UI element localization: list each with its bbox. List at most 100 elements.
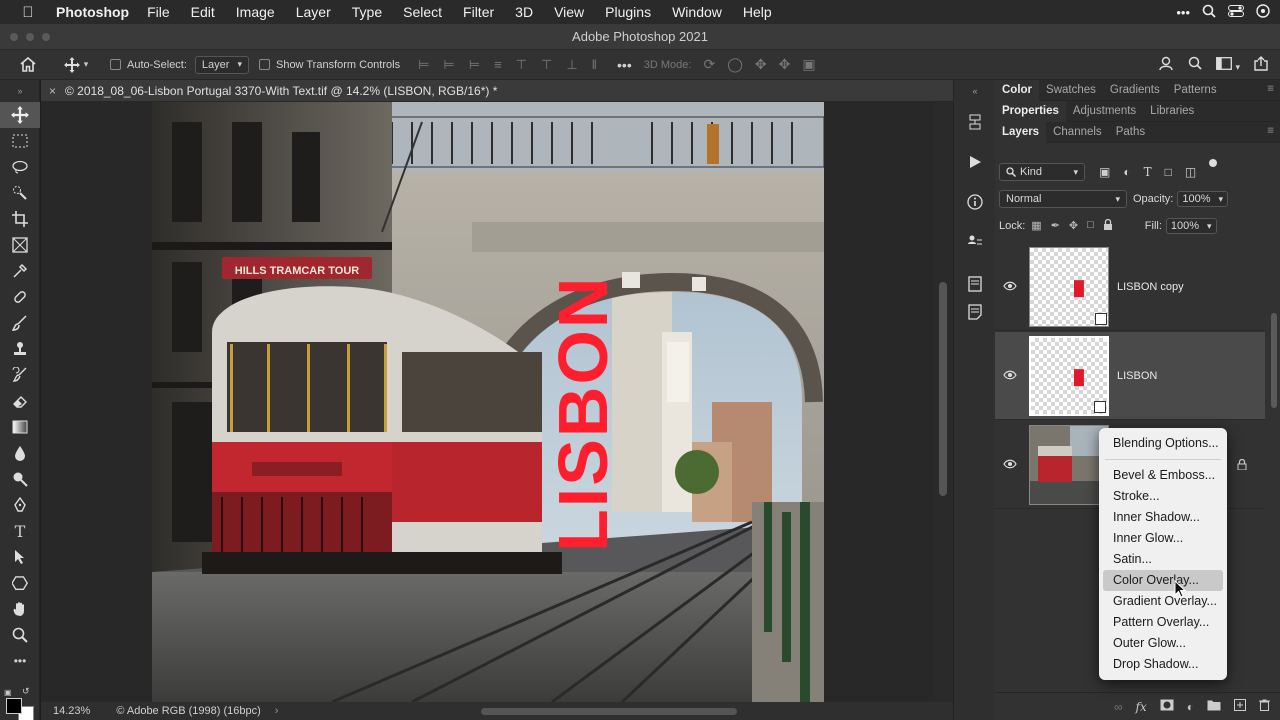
align-bottom-icon[interactable]: ⊥ <box>566 57 577 73</box>
align-left-icon[interactable]: ⊨ <box>418 57 429 73</box>
filter-adjustment-icon[interactable]: ◐ <box>1123 165 1130 179</box>
menu-item-color-overlay[interactable]: Color Overlay... <box>1103 570 1223 591</box>
lasso-tool-icon[interactable] <box>0 154 40 180</box>
panel-menu-icon[interactable]: ≡ <box>1267 83 1274 95</box>
add-mask-icon[interactable] <box>1160 699 1174 714</box>
menu-item-blending-options[interactable]: Blending Options... <box>1103 433 1223 454</box>
history-brush-tool-icon[interactable] <box>0 362 40 388</box>
3d-slide-icon[interactable]: ✥ <box>779 56 791 73</box>
menu-window[interactable]: Window <box>672 4 722 20</box>
delete-layer-icon[interactable] <box>1259 699 1270 714</box>
info-panel-icon[interactable] <box>954 182 996 222</box>
new-layer-icon[interactable] <box>1234 699 1246 714</box>
document-tab[interactable]: × © 2018_08_06-Lisbon Portugal 3370-With… <box>41 80 953 102</box>
new-group-icon[interactable] <box>1207 699 1221 714</box>
3d-pan-icon[interactable]: ✥ <box>755 56 767 73</box>
layer-row-lisbon[interactable]: █ LISBON <box>995 332 1265 420</box>
tab-color[interactable]: Color <box>995 79 1040 101</box>
document-image[interactable]: HILLS TRAMCAR TOUR LISBON <box>152 102 824 702</box>
search-icon[interactable] <box>1188 56 1203 73</box>
lock-position-icon[interactable]: ✥ <box>1069 219 1078 233</box>
menu-file[interactable]: File <box>147 4 170 20</box>
notes-panel-icon[interactable] <box>954 298 996 326</box>
quick-select-tool-icon[interactable] <box>0 180 40 206</box>
link-layers-icon[interactable]: ∞ <box>1114 700 1123 714</box>
distribute-v-icon[interactable]: ‖ <box>592 57 597 72</box>
align-center-h-icon[interactable]: ⊨ <box>443 57 454 73</box>
add-layer-style-icon[interactable]: fx <box>1136 700 1147 714</box>
canvas-vertical-scrollbar[interactable] <box>935 102 953 702</box>
menu-item-bevel-emboss[interactable]: Bevel & Emboss... <box>1103 465 1223 486</box>
type-tool-icon[interactable]: T <box>0 518 40 544</box>
collapse-tools-icon[interactable]: » <box>0 80 40 102</box>
filter-pixel-icon[interactable]: ▣ <box>1099 165 1110 179</box>
align-middle-v-icon[interactable]: ⊤ <box>541 57 552 73</box>
brush-tool-icon[interactable] <box>0 310 40 336</box>
menu-item-stroke[interactable]: Stroke... <box>1103 486 1223 507</box>
layer-thumbnail[interactable]: █ <box>1029 335 1109 416</box>
menu-item-inner-glow[interactable]: Inner Glow... <box>1103 528 1223 549</box>
more-options-icon[interactable]: ••• <box>617 57 632 73</box>
menu-3d[interactable]: 3D <box>515 4 533 20</box>
menu-item-gradient-overlay[interactable]: Gradient Overlay... <box>1103 591 1223 612</box>
workspace-icon[interactable]: ▾ <box>1216 56 1240 73</box>
share-export-icon[interactable] <box>1254 55 1268 74</box>
crop-tool-icon[interactable] <box>0 206 40 232</box>
distribute-icon[interactable]: ≡ <box>494 57 502 72</box>
auto-select-dropdown[interactable]: Layer ▾ <box>194 55 249 74</box>
dodge-tool-icon[interactable] <box>0 466 40 492</box>
app-menu[interactable]: Photoshop <box>56 4 129 20</box>
3d-mode-tools[interactable]: ⟳ ◯ ✥ ✥ ▣ <box>703 56 815 73</box>
layers-scrollbar[interactable] <box>1271 313 1277 408</box>
menu-item-outer-glow[interactable]: Outer Glow... <box>1103 633 1223 654</box>
align-right-icon[interactable]: ⊨ <box>469 57 480 73</box>
tab-gradients[interactable]: Gradients <box>1103 80 1167 101</box>
document-profile[interactable]: © Adobe RGB (1998) (16bpc) <box>116 705 260 717</box>
tab-adjustments[interactable]: Adjustments <box>1066 101 1143 122</box>
control-center-icon[interactable] <box>1228 4 1244 20</box>
color-swatches[interactable]: ▣ ↺ <box>4 686 38 720</box>
menu-edit[interactable]: Edit <box>191 4 215 20</box>
comments-panel-icon[interactable] <box>954 222 996 262</box>
menu-item-inner-shadow[interactable]: Inner Shadow... <box>1103 507 1223 528</box>
blend-mode-dropdown[interactable]: Normal ▾ <box>999 190 1127 208</box>
lock-transparent-icon[interactable]: ▦ <box>1031 219 1041 233</box>
3d-orbit-icon[interactable]: ⟳ <box>703 56 715 73</box>
auto-select-checkbox[interactable] <box>110 59 121 70</box>
marquee-tool-icon[interactable] <box>0 128 40 154</box>
layer-name[interactable]: LISBON copy <box>1117 281 1184 293</box>
hand-tool-icon[interactable] <box>0 596 40 622</box>
healing-brush-tool-icon[interactable] <box>0 284 40 310</box>
menu-image[interactable]: Image <box>236 4 275 20</box>
layer-row-lisbon-copy[interactable]: █ LISBON copy <box>995 243 1265 331</box>
lock-all-icon[interactable] <box>1103 218 1113 233</box>
filter-smart-object-icon[interactable]: ◫ <box>1185 165 1196 179</box>
eyedropper-tool-icon[interactable] <box>0 258 40 284</box>
collapse-dock-icon[interactable]: « <box>954 80 996 102</box>
filter-type-icon[interactable]: T <box>1144 165 1152 179</box>
lock-image-icon[interactable]: ✒ <box>1051 219 1060 233</box>
window-controls[interactable] <box>10 33 50 41</box>
align-buttons[interactable]: ⊨ ⊨ ⊨ ≡ ⊤ ⊤ ⊥ ‖ <box>418 57 597 73</box>
visibility-eye-icon[interactable] <box>995 458 1025 472</box>
more-icon[interactable]: ••• <box>1176 5 1190 20</box>
move-tool-preset-icon[interactable]: ▾ <box>56 56 96 73</box>
tab-paths[interactable]: Paths <box>1109 122 1152 143</box>
tab-channels[interactable]: Channels <box>1046 122 1109 143</box>
new-adjustment-layer-icon[interactable]: ◐ <box>1187 700 1194 714</box>
menu-view[interactable]: View <box>554 4 584 20</box>
tab-libraries[interactable]: Libraries <box>1143 101 1201 122</box>
pen-tool-icon[interactable] <box>0 492 40 518</box>
lisbon-text-layer[interactable]: LISBON <box>544 276 622 552</box>
filter-toggle-icon[interactable] <box>1209 159 1218 167</box>
layer-thumbnail[interactable] <box>1029 424 1109 505</box>
layers-panel-menu-icon[interactable]: ≡ <box>1267 125 1274 137</box>
close-document-icon[interactable]: × <box>49 80 56 102</box>
menu-layer[interactable]: Layer <box>296 4 331 20</box>
move-tool-icon[interactable] <box>0 102 40 128</box>
align-top-icon[interactable]: ⊤ <box>516 57 527 73</box>
foreground-color-swatch[interactable] <box>6 698 22 714</box>
blur-tool-icon[interactable] <box>0 440 40 466</box>
menu-filter[interactable]: Filter <box>463 4 494 20</box>
visibility-eye-icon[interactable] <box>995 280 1025 294</box>
